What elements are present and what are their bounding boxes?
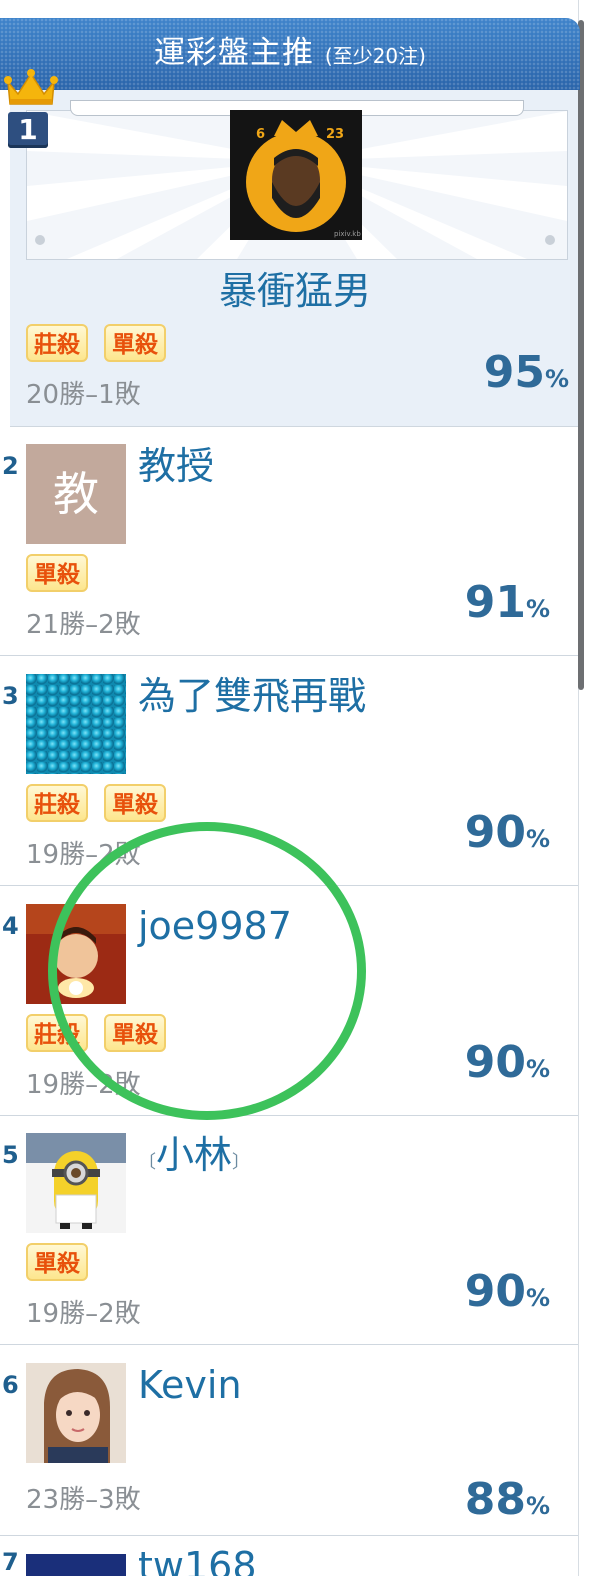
header-subtitle: (至少20注) [324, 44, 426, 68]
avatar[interactable] [26, 1554, 126, 1576]
rank-number: 2 [2, 452, 19, 480]
rank-number: 3 [2, 682, 19, 710]
username[interactable]: tw168 [138, 1542, 257, 1576]
win-loss-record: 23勝–3敗 [26, 1485, 141, 1515]
rank-number: 4 [2, 912, 19, 940]
rank-number: 7 [2, 1548, 19, 1576]
win-percentage: 95% [483, 347, 569, 398]
featured-avatar[interactable]: 6 23 pixiv.kb [230, 110, 362, 240]
svg-text:pixiv.kb: pixiv.kb [334, 230, 361, 238]
leaderboard-row[interactable]: 2 教 教授 單殺 21勝–2敗 91% [0, 426, 578, 656]
leaderboard-row[interactable]: 6 Kevin 23勝–3敗 88% [0, 1345, 578, 1536]
leaderboard-row[interactable]: 5 〔小林〕 單殺 19勝–2敗 90% [0, 1115, 578, 1345]
win-percentage: 91% [464, 577, 550, 628]
rank-badge-1: 1 [8, 112, 48, 148]
scrollbar-thumb[interactable] [578, 20, 584, 690]
svg-text:23: 23 [326, 127, 344, 142]
username[interactable]: 〔小林〕 [138, 1131, 250, 1187]
featured-username[interactable]: 暴衝猛男 [10, 266, 580, 316]
badge-dansha: 單殺 [26, 1243, 88, 1281]
username[interactable]: Kevin [138, 1361, 242, 1409]
win-loss-record: 19勝–2敗 [26, 840, 141, 870]
win-percentage: 90% [464, 1266, 550, 1317]
rank-number: 6 [2, 1371, 19, 1399]
win-loss-record: 19勝–2敗 [26, 1299, 141, 1329]
header-title: 運彩盤主推 (至少20注) [0, 33, 580, 76]
leaderboard-row[interactable]: 3 為了雙飛再戰 莊殺 單殺 19勝–2敗 90% [0, 656, 578, 886]
badge-dansha: 單殺 [104, 784, 166, 822]
svg-text:6: 6 [256, 127, 265, 142]
badge-dansha: 單殺 [104, 1014, 166, 1052]
badge-dansha: 單殺 [26, 554, 88, 592]
header-title-text: 運彩盤主推 [154, 35, 315, 71]
badge-zhuangsha: 莊殺 [26, 784, 88, 822]
win-loss-record: 20勝–1敗 [26, 380, 141, 410]
avatar[interactable]: 教 [26, 444, 126, 544]
username[interactable]: 為了雙飛再戰 [138, 672, 366, 720]
win-percentage: 88% [464, 1474, 550, 1525]
leaderboard-row[interactable]: 4 joe9987 莊殺 單殺 19勝–2敗 90% [0, 886, 578, 1116]
avatar[interactable] [26, 674, 126, 774]
leaderboard-header: 運彩盤主推 (至少20注) [0, 18, 580, 90]
win-percentage: 90% [464, 1037, 550, 1088]
badge-dansha: 單殺 [104, 324, 166, 362]
win-percentage: 90% [464, 807, 550, 858]
avatar[interactable] [26, 1133, 126, 1233]
avatar[interactable] [26, 904, 126, 1004]
crown-icon [4, 69, 58, 105]
win-loss-record: 21勝–2敗 [26, 610, 141, 640]
username[interactable]: 教授 [138, 442, 214, 490]
avatar[interactable] [26, 1363, 126, 1463]
badge-zhuangsha: 莊殺 [26, 324, 88, 362]
username[interactable]: joe9987 [138, 902, 292, 950]
rank-number: 5 [2, 1141, 19, 1169]
win-loss-record: 19勝–2敗 [26, 1070, 141, 1100]
badge-zhuangsha: 莊殺 [26, 1014, 88, 1052]
leaderboard-row[interactable]: 7 tw168 [0, 1536, 578, 1576]
